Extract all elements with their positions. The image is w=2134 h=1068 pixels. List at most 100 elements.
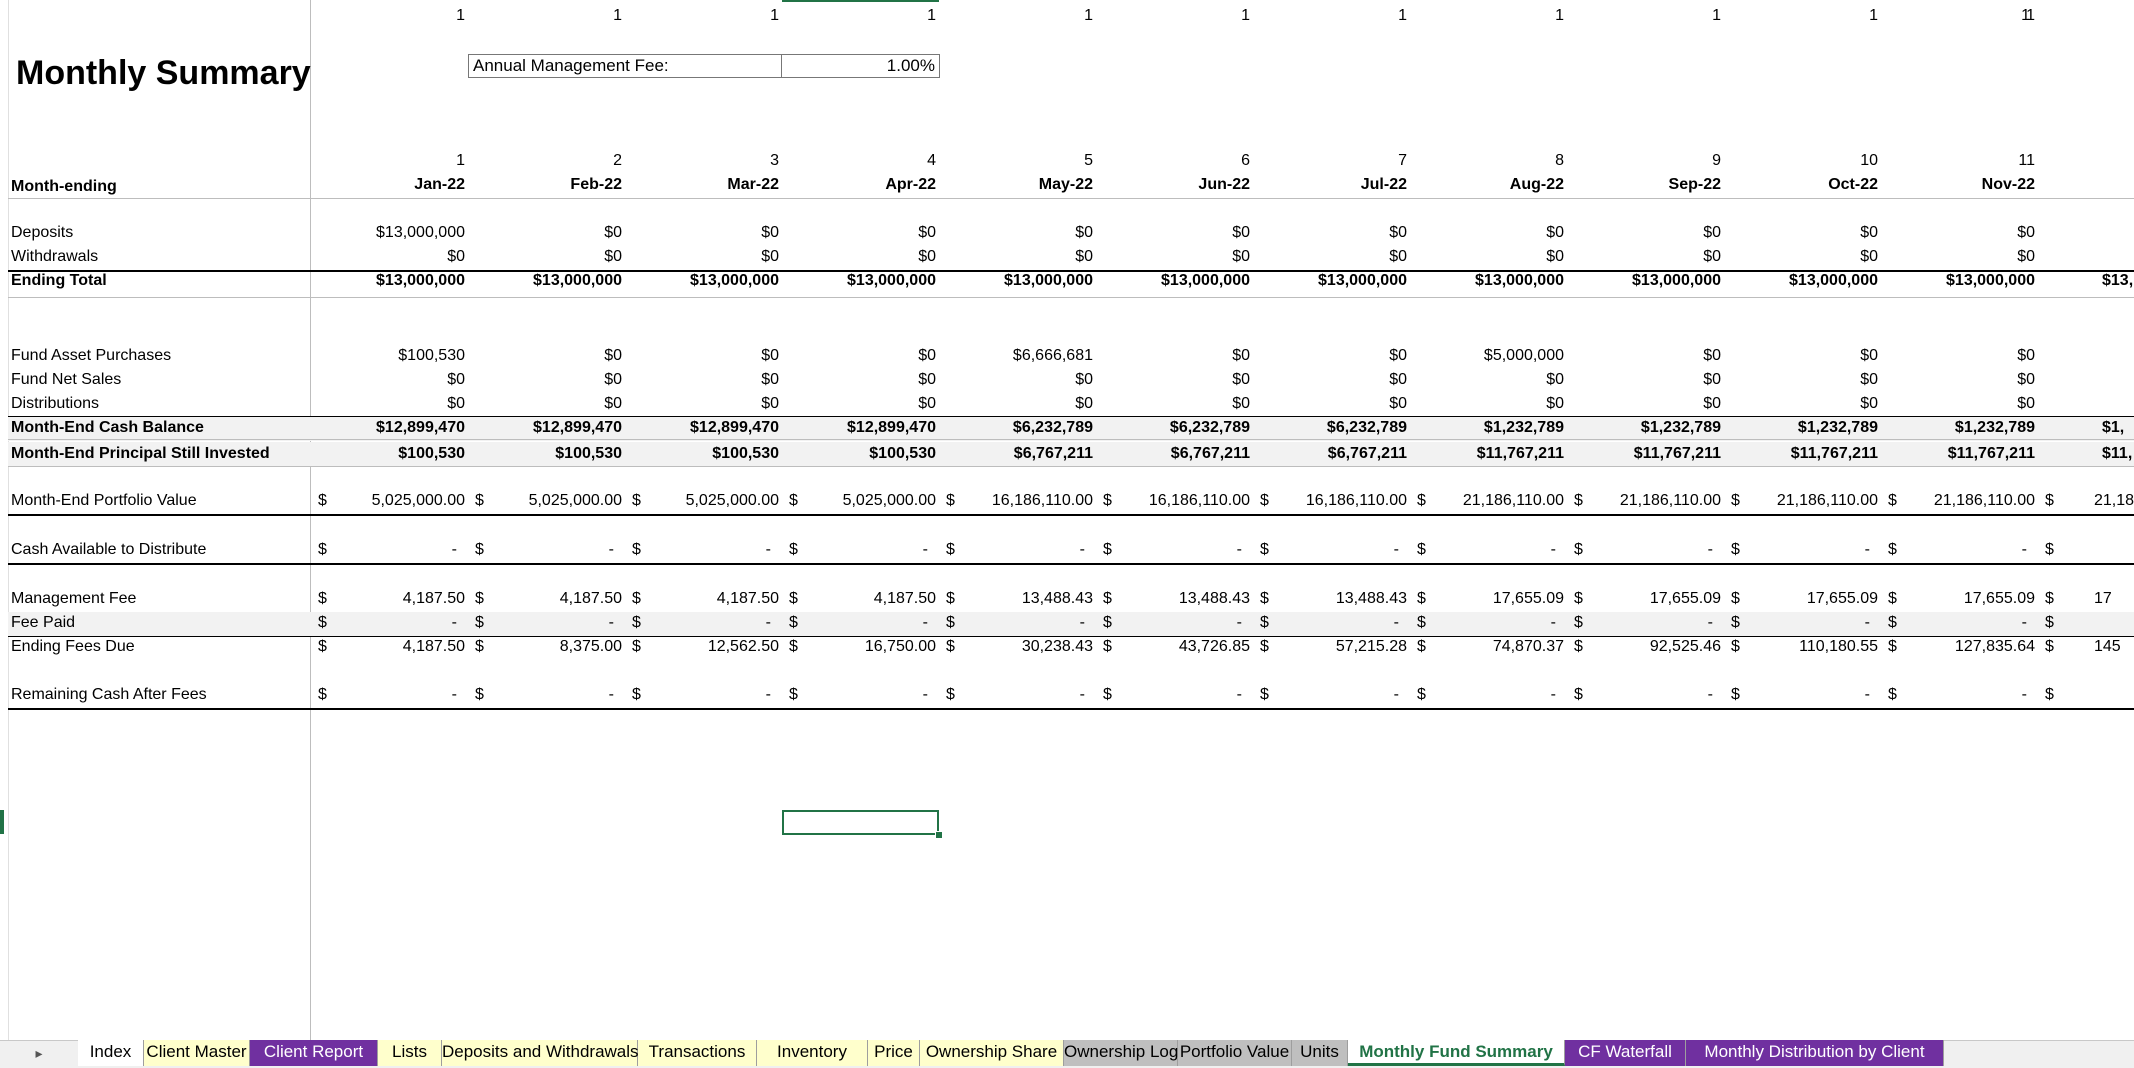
column-marker: 1 [770, 7, 779, 24]
sheet-tab-cf-waterfall[interactable]: CF Waterfall [1565, 1040, 1686, 1066]
data-cell: $0 [918, 248, 936, 265]
month-number: 2 [613, 152, 622, 169]
month-header: Nov-22 [1981, 176, 2035, 193]
left-edge-line [8, 0, 9, 1040]
data-cell: $0 [1546, 395, 1564, 412]
worksheet-grid[interactable]: Monthly Summary Annual Management Fee: 1… [0, 0, 2134, 1040]
sheet-tab-transactions[interactable]: Transactions [638, 1040, 757, 1066]
data-cell: 5,025,000.00 [371, 492, 465, 509]
month-header: Apr-22 [885, 176, 936, 193]
data-cell: $12,899,470 [533, 419, 622, 436]
sheet-tab-client-master[interactable]: Client Master [144, 1040, 250, 1066]
sheet-tab-portfolio-value[interactable]: Portfolio Value [1178, 1040, 1292, 1066]
data-cell: 21,186,110.00 [1462, 492, 1564, 509]
data-cell: 21,186,110.00 [1933, 492, 2035, 509]
data-cell: $0 [761, 347, 779, 364]
partial-cell: 21,186 [2094, 492, 2134, 509]
data-cell: $100,530 [398, 445, 465, 462]
data-cell: - [451, 614, 457, 631]
sheet-tab-ownership-log[interactable]: Ownership Log [1064, 1040, 1178, 1066]
data-cell: $6,767,211 [1013, 445, 1093, 462]
row-label-ending-total: Ending Total [11, 272, 107, 289]
month-number: 11 [2018, 152, 2035, 169]
selected-cell[interactable] [782, 810, 939, 835]
data-cell: - [1864, 614, 1870, 631]
column-marker: 1 [927, 7, 936, 24]
data-cell: 13,488.43 [1021, 590, 1093, 607]
month-header: Aug-22 [1509, 176, 1564, 193]
data-cell: - [2021, 614, 2027, 631]
data-cell: 5,025,000.00 [528, 492, 622, 509]
column-marker: 1 [1241, 7, 1250, 24]
sheet-tab-inventory[interactable]: Inventory [757, 1040, 868, 1066]
data-cell: - [1707, 614, 1713, 631]
data-cell: $0 [1075, 371, 1093, 388]
data-cell: $0 [1232, 371, 1250, 388]
month-number: 10 [1860, 152, 1878, 169]
data-cell: - [2021, 541, 2027, 558]
month-number: 7 [1398, 152, 1407, 169]
data-cell: 74,870.37 [1492, 638, 1564, 655]
sheet-tab-monthly-fund-summary[interactable]: Monthly Fund Summary [1348, 1040, 1565, 1066]
data-cell: $0 [1860, 248, 1878, 265]
data-cell: 12,562.50 [707, 638, 779, 655]
data-cell: $0 [447, 395, 465, 412]
data-cell: $13,000,000 [533, 272, 622, 289]
row-label-fund-net-sales: Fund Net Sales [11, 371, 122, 388]
border-line [8, 563, 2134, 565]
data-cell: $0 [918, 371, 936, 388]
data-cell: $0 [2017, 371, 2035, 388]
data-cell: - [1236, 541, 1242, 558]
page-title: Monthly Summary [16, 54, 311, 92]
sheet-tab-deposits-and-withdrawals[interactable]: Deposits and Withdrawals [442, 1040, 639, 1066]
data-cell: - [1707, 541, 1713, 558]
scroll-tabs-right-icon[interactable]: ▸ [28, 1042, 50, 1064]
data-cell: - [451, 686, 457, 703]
month-ending-label: Month-ending [11, 178, 117, 195]
data-cell: $0 [1546, 224, 1564, 241]
data-cell: 4,187.50 [402, 638, 465, 655]
data-cell: $11,767,211 [1790, 445, 1878, 462]
data-cell: $0 [761, 395, 779, 412]
data-cell: $0 [2017, 248, 2035, 265]
data-cell: $0 [1860, 224, 1878, 241]
data-cell: $13,000,000 [1789, 272, 1878, 289]
currency-sign: $ [2045, 638, 2054, 655]
sheet-tab-monthly-distribution-by-client[interactable]: Monthly Distribution by Client [1686, 1040, 1944, 1066]
sheet-tab-index[interactable]: Index [78, 1040, 144, 1066]
data-cell: $1,232,789 [1797, 419, 1878, 436]
data-cell: $0 [604, 371, 622, 388]
month-number: 8 [1555, 152, 1564, 169]
column-marker: 1 [613, 7, 622, 24]
month-number: 5 [1084, 152, 1093, 169]
data-cell: $13,000,000 [1318, 272, 1407, 289]
data-cell: $13,000,000 [376, 224, 465, 241]
data-cell: 17,655.09 [1492, 590, 1564, 607]
data-cell: 17,655.09 [1963, 590, 2035, 607]
month-number: 9 [1712, 152, 1721, 169]
row-label-portfolio-value: Month-End Portfolio Value [11, 492, 197, 509]
row-label-remaining-cash: Remaining Cash After Fees [11, 686, 207, 703]
border-line [8, 198, 2134, 199]
data-cell: 13,488.43 [1178, 590, 1250, 607]
data-cell: - [1393, 614, 1399, 631]
border-line [8, 514, 2134, 516]
data-cell: 57,215.28 [1335, 638, 1407, 655]
column-marker: 1 [1084, 7, 1093, 24]
annual-fee-value[interactable]: 1.00% [782, 54, 940, 78]
sheet-tab-client-report[interactable]: Client Report [250, 1040, 378, 1066]
partial-cell: $11, [2102, 445, 2133, 462]
data-cell: 4,187.50 [402, 590, 465, 607]
data-cell: - [1550, 686, 1556, 703]
sheet-tab-price[interactable]: Price [868, 1040, 920, 1066]
sheet-tab-lists[interactable]: Lists [378, 1040, 442, 1066]
data-cell: 5,025,000.00 [685, 492, 779, 509]
sheet-tab-units[interactable]: Units [1292, 1040, 1348, 1066]
fill-handle[interactable] [935, 831, 943, 839]
data-cell: - [922, 614, 928, 631]
row-label-management-fee: Management Fee [11, 590, 137, 607]
sheet-tab-ownership-share[interactable]: Ownership Share [920, 1040, 1064, 1066]
row-label-withdrawals: Withdrawals [11, 248, 99, 265]
row-label-fee-paid: Fee Paid [11, 614, 76, 631]
data-cell: $0 [2017, 224, 2035, 241]
